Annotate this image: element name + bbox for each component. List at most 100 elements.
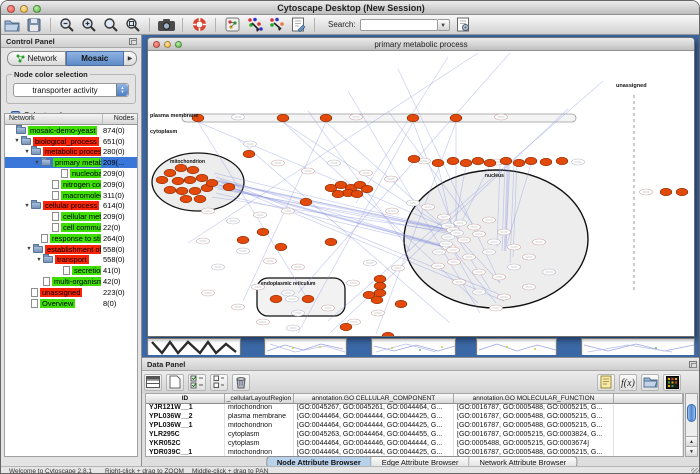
- open-icon[interactable]: [4, 17, 21, 33]
- tree-row[interactable]: nucleobase-209(0): [5, 168, 137, 179]
- new-attribute-icon[interactable]: [166, 374, 184, 391]
- tree-row[interactable]: response to stimulu264(0): [5, 233, 137, 244]
- background-frame-2[interactable]: [264, 338, 347, 355]
- file-icon: [41, 234, 48, 243]
- tab-network[interactable]: Network: [7, 51, 66, 66]
- expand-arrow-icon[interactable]: ▼: [35, 257, 43, 263]
- tree-row-node-count: 223(0): [101, 288, 137, 297]
- table-cell: [GO:0005488, GO:0005215, GO:0003674]: [454, 440, 614, 449]
- tree-column-nodes[interactable]: Nodes: [103, 114, 137, 124]
- scroll-down-icon[interactable]: ▼: [686, 446, 697, 456]
- tree-row[interactable]: ▼cellular process614(0): [5, 201, 137, 212]
- network-frame-titlebar[interactable]: primary metabolic process: [148, 38, 694, 51]
- tree-row[interactable]: ▼establishment of lo558(0): [5, 244, 137, 255]
- expand-arrow-icon[interactable]: ▼: [23, 203, 31, 209]
- search-configure-icon[interactable]: [455, 17, 472, 33]
- attribute-table-icon[interactable]: [144, 374, 162, 391]
- network-canvas[interactable]: plasma membrane cytoplasm unassigned mit…: [148, 51, 694, 337]
- network-view-frame[interactable]: primary metabolic process plasma membran…: [147, 37, 695, 337]
- table-row[interactable]: YLR295Ccytoplasm[GO:0045263, GO:0044464,…: [146, 431, 683, 440]
- expand-arrow-icon[interactable]: ▼: [25, 246, 33, 252]
- window-titlebar[interactable]: Cytoscape Desktop (New Session): [1, 1, 700, 15]
- notes-icon[interactable]: [597, 374, 615, 391]
- search-dropdown-icon[interactable]: ▼: [438, 19, 450, 31]
- tree-row[interactable]: ▼metabolic process280(0): [5, 147, 137, 158]
- tree-row[interactable]: cell communicat22(0): [5, 222, 137, 233]
- zoom-selected-icon[interactable]: [103, 17, 120, 33]
- tree-row[interactable]: multi-organism pro42(0): [5, 276, 137, 287]
- zoom-fit-icon[interactable]: [125, 17, 142, 33]
- tree-row[interactable]: ▼transport558(0): [5, 255, 137, 266]
- file-icon: [63, 266, 70, 275]
- file-icon: [31, 299, 38, 308]
- table-cell: [GO:0016787, GO:0005488, GO:0005215, G..…: [454, 404, 614, 413]
- background-frame-5[interactable]: [581, 338, 695, 355]
- attribute-matrix-icon[interactable]: [663, 374, 681, 391]
- annotation-icon[interactable]: [290, 17, 307, 33]
- import-attributes-icon[interactable]: [641, 374, 659, 391]
- tree-row[interactable]: cellular metabo209(0): [5, 211, 137, 222]
- snapshot-icon[interactable]: [158, 17, 175, 33]
- scroll-up-icon[interactable]: ▲: [686, 436, 697, 446]
- window-title: Cytoscape Desktop (New Session): [1, 3, 700, 13]
- tree-row[interactable]: unassigned223(0): [5, 287, 137, 298]
- column-header-region[interactable]: _cellularLayoutRegion: [225, 394, 294, 404]
- zoom-in-icon[interactable]: [81, 17, 98, 33]
- tab-overflow-button[interactable]: ▶: [124, 51, 137, 66]
- tree-row[interactable]: macromolecule311(0): [5, 190, 137, 201]
- table-row[interactable]: YKR052Ccytoplasm[GO:0044464, GO:0044446,…: [146, 440, 683, 449]
- delete-attribute-icon[interactable]: [232, 374, 250, 391]
- file-icon: [52, 191, 59, 200]
- save-icon[interactable]: [26, 17, 43, 33]
- table-row[interactable]: YJR121W__1mitochondrion[GO:0045267, GO:0…: [146, 404, 683, 413]
- select-attributes-icon[interactable]: [188, 374, 206, 391]
- table-cell-stub: [614, 431, 683, 440]
- cytoscape-window: Cytoscape Desktop (New Session) Search: …: [0, 0, 700, 474]
- column-header-molecular-function[interactable]: annotation.GO MOLECULAR_FUNCTION: [454, 394, 614, 404]
- svg-text:f(x): f(x): [621, 378, 636, 388]
- status-hint-pan: Middle-click + drag to PAN: [192, 468, 268, 474]
- expand-arrow-icon[interactable]: ▼: [13, 138, 21, 144]
- table-cell: [GO:0045267, GO:0045261, GO:0044464, G..…: [294, 404, 454, 413]
- tree-row[interactable]: ▼biological_process651(0): [5, 136, 137, 147]
- help-icon[interactable]: [191, 17, 208, 33]
- tree-row[interactable]: nitrogen compo209(0): [5, 179, 137, 190]
- create-view-icon[interactable]: [224, 17, 241, 33]
- tree-row-label: cell communicat: [61, 223, 101, 232]
- background-frame-3[interactable]: [371, 338, 456, 355]
- background-frame-1[interactable]: [147, 338, 241, 355]
- table-scrollbar[interactable]: ▲ ▼: [685, 393, 698, 457]
- layout-settings-icon[interactable]: [268, 17, 285, 33]
- tree-row[interactable]: Overview8(0): [5, 298, 137, 309]
- table-row[interactable]: YPL036W__1mitochondrion[GO:0044464, GO:0…: [146, 422, 683, 431]
- expand-arrow-icon[interactable]: ▼: [33, 160, 41, 166]
- expand-arrow-icon[interactable]: ▼: [23, 149, 31, 155]
- node-color-dropdown[interactable]: transporter activity ▲▼: [13, 83, 129, 97]
- layout-network-icon[interactable]: [246, 17, 263, 33]
- tree-column-network[interactable]: Network: [5, 114, 103, 124]
- tree-row[interactable]: ▼primary metabo209(...: [5, 157, 137, 168]
- unselect-attributes-icon[interactable]: [210, 374, 228, 391]
- data-panel-toolbar: f(x): [142, 371, 700, 393]
- function-builder-icon[interactable]: f(x): [619, 374, 637, 391]
- tree-row[interactable]: mosaic-demo-yeast874(0): [5, 125, 137, 136]
- float-data-panel-icon[interactable]: [689, 361, 697, 368]
- control-panel-title: Control Panel: [6, 37, 55, 46]
- search-input[interactable]: [360, 19, 438, 31]
- table-cell: plasma membrane: [225, 413, 294, 422]
- scrollbar-thumb[interactable]: [687, 404, 696, 422]
- zoom-out-icon[interactable]: [59, 17, 76, 33]
- table-row[interactable]: YPL036W__2plasma membrane[GO:0044464, GO…: [146, 413, 683, 422]
- table-cell: [GO:0045263, GO:0044464, GO:0044455, G..…: [294, 431, 454, 440]
- tree-row-label: primary metabo: [53, 158, 101, 167]
- table-cell: [GO:0016787, GO:0005488, GO:0005215, G..…: [454, 413, 614, 422]
- resize-grip[interactable]: [691, 468, 700, 474]
- column-header-id[interactable]: ID: [146, 394, 225, 404]
- background-frame-4[interactable]: [476, 338, 557, 355]
- column-header-cellular-component[interactable]: annotation.GO CELLULAR_COMPONENT: [294, 394, 454, 404]
- tree-row-node-count: 651(0): [101, 137, 137, 146]
- folder-icon: [31, 202, 41, 209]
- tree-row[interactable]: secretion41(0): [5, 265, 137, 276]
- tab-mosaic[interactable]: Mosaic: [66, 51, 125, 66]
- float-panel-icon[interactable]: [129, 38, 137, 45]
